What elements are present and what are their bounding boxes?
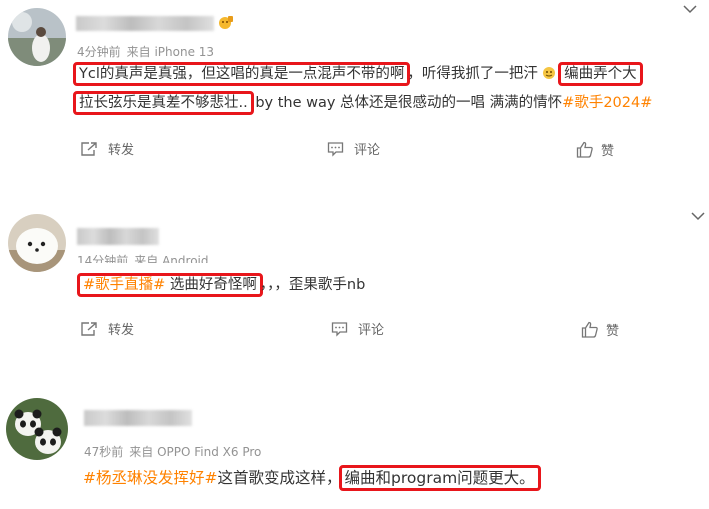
hashtag-link[interactable]: #歌手2024# — [562, 95, 652, 111]
repost-icon — [81, 321, 97, 336]
username-blurred[interactable] — [76, 16, 214, 31]
comment-button[interactable]: 评论 — [327, 139, 380, 158]
post-source: 来自 iPhone 13 — [126, 45, 215, 59]
post-meta: 14分钟前 来自 Android — [77, 252, 209, 263]
repost-button[interactable]: 转发 — [80, 139, 134, 158]
repost-label: 转发 — [108, 323, 135, 338]
like-icon — [581, 321, 598, 338]
post-text-line-1: #歌手直播# 选曲好奇怪啊 ，，，歪果歌手nb — [77, 273, 366, 297]
post-text-line-1: #杨丞琳没发挥好#这首歌变成这样， 编曲和program问题更大。 — [83, 465, 541, 491]
chevron-down-icon[interactable] — [690, 211, 706, 221]
username-blurred[interactable] — [77, 228, 159, 245]
avatar[interactable] — [8, 214, 66, 272]
post-text-line-1: Ycl的真声是真强，但这唱的真是一点混声不带的啊 ，听得我抓了一把汗 编曲弄个大 — [73, 62, 643, 86]
highlighted-text: Ycl的真声是真强，但这唱的真是一点混声不带的啊 — [73, 62, 411, 86]
comment-icon — [331, 321, 348, 337]
post-meta: 47秒前 来自 OPPO Find X6 Pro — [84, 443, 261, 460]
post-text-line-2: 拉长弦乐是真差不够悲壮.. by the way 总体还是很感动的一唱 满满的情… — [73, 91, 652, 115]
comment-label: 评论 — [354, 143, 381, 158]
username-blurred[interactable] — [84, 410, 192, 426]
post-text: ，，，歪果歌手nb — [259, 277, 366, 293]
hashtag-link[interactable]: #歌手直播# — [83, 277, 165, 293]
repost-button[interactable]: 转发 — [80, 319, 134, 338]
like-icon — [576, 141, 593, 158]
post-time[interactable]: 47秒前 — [84, 445, 123, 459]
comment-label: 评论 — [358, 323, 385, 338]
repost-label: 转发 — [108, 143, 135, 158]
post-time[interactable]: 4分钟前 — [77, 45, 121, 59]
like-label: 赞 — [606, 324, 620, 339]
highlighted-text: #歌手直播# 选曲好奇怪啊 — [77, 273, 263, 297]
comment-button[interactable]: 评论 — [331, 319, 384, 338]
hashtag-link[interactable]: #杨丞琳没发挥好# — [83, 469, 217, 487]
emoji-icon — [217, 13, 235, 35]
highlighted-text: 编曲弄个大 — [558, 62, 643, 86]
like-label: 赞 — [601, 144, 615, 159]
emoji-icon — [543, 67, 556, 79]
like-button[interactable]: 赞 — [581, 320, 619, 339]
post-source: 来自 Android — [134, 254, 209, 263]
post-meta: 4分钟前 来自 iPhone 13 — [77, 43, 214, 60]
post-time[interactable]: 14分钟前 — [77, 254, 128, 263]
highlighted-text: 编曲和program问题更大。 — [338, 465, 541, 491]
post-text: 这首歌变成这样， — [217, 469, 342, 487]
avatar[interactable] — [6, 398, 68, 460]
post-text: ，听得我抓了一把汗 — [407, 66, 538, 82]
highlighted-text: 拉长弦乐是真差不够悲壮.. — [73, 91, 254, 115]
post-text: by the way 总体还是很感动的一唱 满满的情怀 — [250, 95, 563, 111]
comment-icon — [327, 141, 344, 157]
like-button[interactable]: 赞 — [576, 140, 614, 159]
chevron-down-icon[interactable] — [682, 4, 698, 14]
repost-icon — [81, 141, 97, 156]
avatar[interactable] — [8, 8, 66, 66]
post-source: 来自 OPPO Find X6 Pro — [129, 445, 262, 459]
post-text: 选曲好奇怪啊 — [165, 277, 257, 293]
